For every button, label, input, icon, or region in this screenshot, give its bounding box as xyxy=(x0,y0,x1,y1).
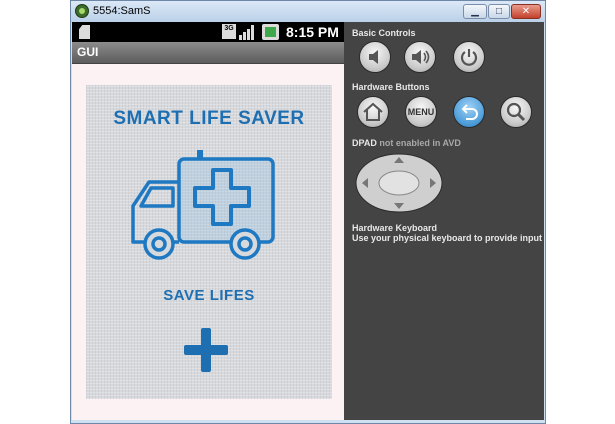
back-button[interactable] xyxy=(453,96,485,128)
search-button[interactable] xyxy=(500,96,532,128)
search-icon xyxy=(506,102,526,122)
volume-up-icon xyxy=(412,50,430,64)
home-button[interactable] xyxy=(357,96,389,128)
keyboard-note: Use your physical keyboard to provide in… xyxy=(352,233,543,243)
ambulance-icon xyxy=(131,150,275,260)
dpad-control[interactable] xyxy=(354,152,444,214)
maximize-button[interactable]: □ xyxy=(488,4,510,19)
dpad-label: DPAD not enabled in AVD xyxy=(352,138,461,148)
basic-controls-label: Basic Controls xyxy=(352,28,416,38)
minimize-button[interactable]: ▁ xyxy=(463,4,487,19)
home-icon xyxy=(363,102,383,121)
window-titlebar[interactable]: 5554:SamS ▁ □ ✕ xyxy=(71,1,545,23)
power-icon xyxy=(460,49,478,66)
back-icon xyxy=(461,104,478,120)
app-title-bar: GUI xyxy=(72,42,344,64)
keyboard-label: Hardware Keyboard xyxy=(352,223,438,233)
status-bar: 3G 8:15 PM xyxy=(72,22,344,42)
power-button[interactable] xyxy=(453,41,485,73)
close-button[interactable]: ✕ xyxy=(511,4,541,19)
window-title: 5554:SamS xyxy=(93,5,151,17)
app-subtitle: SAVE LIFES xyxy=(163,287,255,304)
volume-down-icon xyxy=(369,50,378,64)
3g-icon: 3G xyxy=(222,24,236,39)
volume-up-button[interactable] xyxy=(404,41,436,73)
dpad-note: not enabled in AVD xyxy=(379,138,461,148)
app-headline: SMART LIFE SAVER xyxy=(113,108,305,129)
menu-button[interactable]: MENU xyxy=(405,96,437,128)
hardware-buttons-label: Hardware Buttons xyxy=(352,82,430,92)
menu-button-label: MENU xyxy=(407,107,435,117)
plus-icon[interactable] xyxy=(181,325,231,375)
dpad-title: DPAD xyxy=(352,138,377,148)
emulator-controls: Basic Controls Hardware Buttons MENU DPA… xyxy=(344,22,544,420)
device-screen: 3G 8:15 PM GUI SMART LIFE SAVER SAVE LIF… xyxy=(72,22,344,420)
emulator-app-icon xyxy=(75,4,89,18)
app-title: GUI xyxy=(77,45,99,59)
battery-icon xyxy=(262,24,279,40)
splash-panel: SMART LIFE SAVER SAVE LIFES xyxy=(86,85,332,399)
signal-icon xyxy=(239,24,257,40)
status-time: 8:15 PM xyxy=(286,24,339,40)
volume-down-button[interactable] xyxy=(359,41,391,73)
sd-card-icon xyxy=(79,25,90,39)
